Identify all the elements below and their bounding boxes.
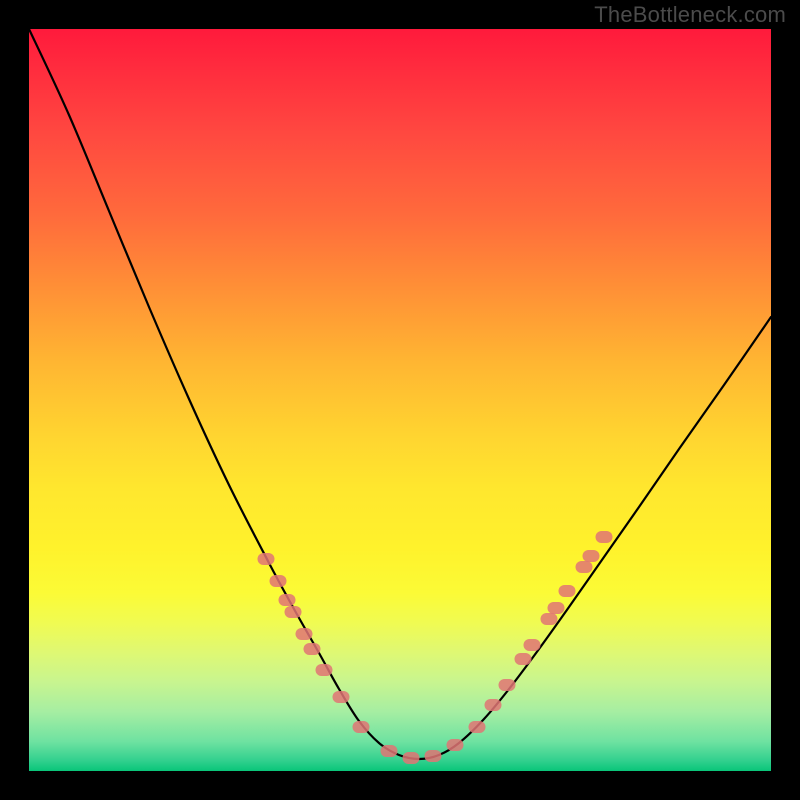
watermark-text: TheBottleneck.com [594, 2, 786, 28]
data-marker [596, 531, 613, 543]
data-marker [447, 739, 464, 751]
data-marker [258, 553, 275, 565]
data-marker [583, 550, 600, 562]
chart-svg [29, 29, 771, 771]
data-marker [425, 750, 442, 762]
data-marker [270, 575, 287, 587]
data-marker [548, 602, 565, 614]
data-marker [515, 653, 532, 665]
data-marker [279, 594, 296, 606]
marker-group [258, 531, 613, 764]
data-marker [469, 721, 486, 733]
data-marker [541, 613, 558, 625]
data-marker [381, 745, 398, 757]
data-marker [524, 639, 541, 651]
curve-group [29, 29, 771, 759]
data-marker [485, 699, 502, 711]
data-marker [559, 585, 576, 597]
plot-area [29, 29, 771, 771]
data-marker [333, 691, 350, 703]
data-marker [316, 664, 333, 676]
data-marker [285, 606, 302, 618]
data-marker [353, 721, 370, 733]
data-marker [403, 752, 420, 764]
bottleneck-curve [29, 29, 771, 759]
data-marker [499, 679, 516, 691]
outer-frame: TheBottleneck.com [0, 0, 800, 800]
data-marker [304, 643, 321, 655]
data-marker [296, 628, 313, 640]
data-marker [576, 561, 593, 573]
